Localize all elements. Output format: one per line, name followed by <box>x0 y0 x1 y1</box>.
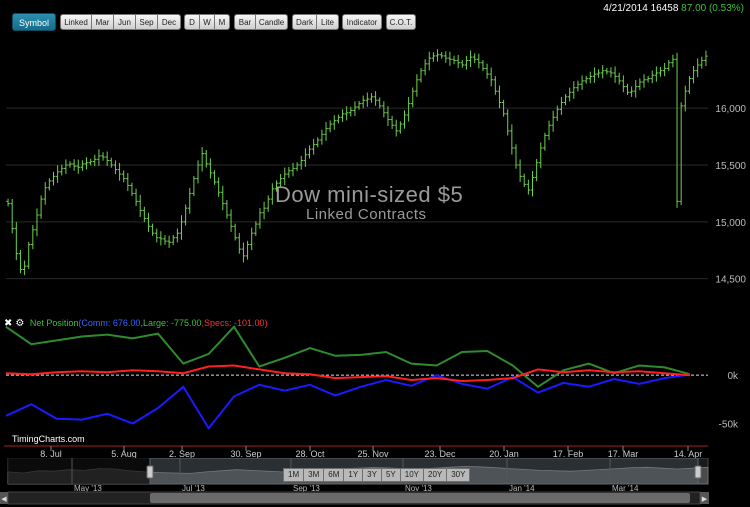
toolbar: Symbol Linked Mar Jun Sep Dec D W M Bar … <box>0 0 750 36</box>
quote-change: 87.00 (0.53%) <box>681 3 744 14</box>
quote-readout: 4/21/2014 16458 87.00 (0.53%) <box>603 3 744 14</box>
contract-mar-button[interactable]: Mar <box>91 14 114 30</box>
period-monthly-button[interactable]: M <box>214 14 230 30</box>
symbol-button[interactable]: Symbol <box>12 13 56 31</box>
range-button-5y[interactable]: 5Y <box>380 468 401 482</box>
chevron-left-icon: ◀ <box>1 496 7 503</box>
navigator-handle-right[interactable] <box>694 465 702 479</box>
period-daily-button[interactable]: D <box>184 14 200 30</box>
price-axis-label: 14,500 <box>715 275 746 286</box>
quote-price: 16458 <box>650 3 679 14</box>
range-button-3y[interactable]: 3Y <box>362 468 382 482</box>
contract-jun-button[interactable]: Jun <box>113 14 136 30</box>
date-axis-label: 8. Jul <box>40 449 62 458</box>
style-candle-button[interactable]: Candle <box>255 14 288 30</box>
cot-comm-line <box>5 373 691 431</box>
date-axis-label: 17. Mar <box>608 449 639 458</box>
cot-axis-label: 0k <box>727 371 739 382</box>
chevron-right-icon: ▶ <box>702 496 708 503</box>
indicator-button[interactable]: Indicator <box>342 14 382 30</box>
site-label: TimingCharts.com <box>12 434 85 444</box>
date-axis-label: 2. Sep <box>169 449 195 458</box>
cot-button[interactable]: C.O.T. <box>386 14 416 30</box>
date-axis-label: 30. Sep <box>230 449 261 458</box>
style-bar-button[interactable]: Bar <box>234 14 256 30</box>
theme-dark-button[interactable]: Dark <box>292 14 317 30</box>
date-axis-label: 25. Nov <box>357 449 389 458</box>
date-axis-label: 20. Jan <box>489 449 519 458</box>
chart-watermark-title: Dow mini-sized $5 <box>275 182 464 207</box>
navigator-handle-left[interactable] <box>146 465 154 479</box>
navigator-mask-left <box>8 458 150 484</box>
date-axis-label: 17. Feb <box>553 449 584 458</box>
price-axis-label: 16,000 <box>715 104 746 115</box>
range-button-3m[interactable]: 3M <box>303 468 325 482</box>
scrollbar-thumb[interactable] <box>150 493 690 503</box>
contract-sep-button[interactable]: Sep <box>135 14 158 30</box>
range-button-1y[interactable]: 1Y <box>343 468 364 482</box>
range-button-1m[interactable]: 1M <box>283 468 305 482</box>
theme-lite-button[interactable]: Lite <box>316 14 339 30</box>
date-axis-label: 5. Aug <box>111 449 137 458</box>
range-button-10y[interactable]: 10Y <box>399 468 424 482</box>
chart-watermark-subtitle: Linked Contracts <box>306 206 427 223</box>
date-axis-label: 14. Apr <box>674 449 703 458</box>
contract-linked-button[interactable]: Linked <box>60 14 92 30</box>
date-axis-label: 28. Oct <box>295 449 325 458</box>
range-button-6m[interactable]: 6M <box>323 468 345 482</box>
cot-axis-label: -50k <box>719 420 739 431</box>
range-button-30y[interactable]: 30Y <box>446 468 471 482</box>
price-axis-label: 15,500 <box>715 161 746 172</box>
range-selector: 1M 3M 6M 1Y 3Y 5Y 10Y 20Y 30Y <box>283 464 471 482</box>
range-button-20y[interactable]: 20Y <box>423 468 448 482</box>
price-chart[interactable]: 14,500 15,000 15,500 16,000 <box>0 36 750 296</box>
date-axis-label: 23. Dec <box>424 449 456 458</box>
cot-specs-line <box>5 364 691 383</box>
price-axis-label: 15,000 <box>715 218 746 229</box>
cot-chart[interactable]: 0k -50k 8. Jul 5. Aug 2. Sep 30. Sep 28. Oct 2… <box>0 312 750 458</box>
period-weekly-button[interactable]: W <box>199 14 215 30</box>
contract-dec-button[interactable]: Dec <box>157 14 181 30</box>
quote-date: 4/21/2014 <box>603 3 648 14</box>
